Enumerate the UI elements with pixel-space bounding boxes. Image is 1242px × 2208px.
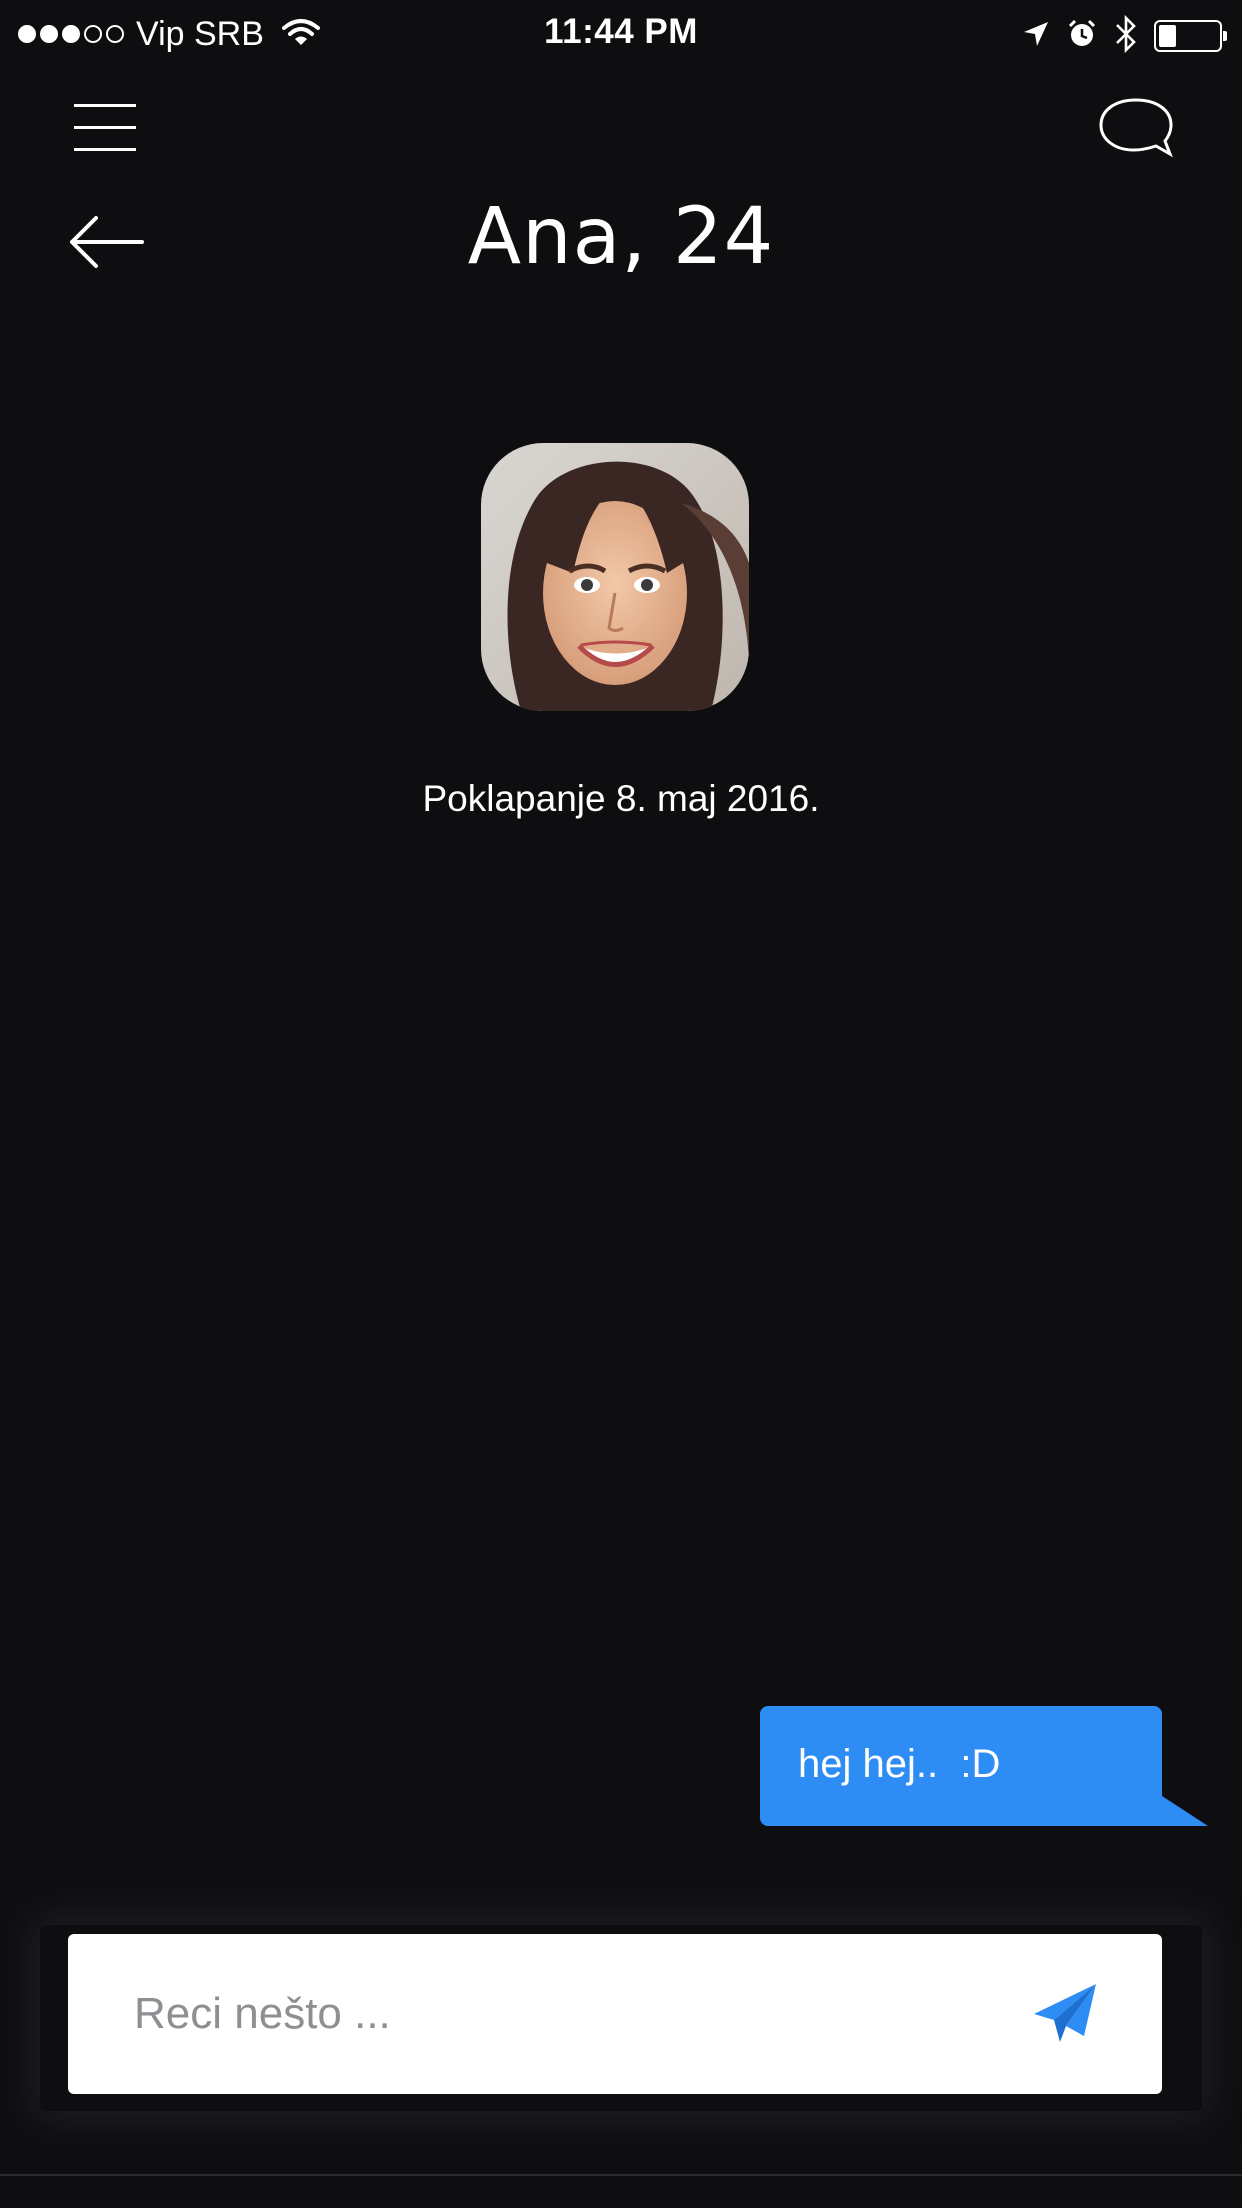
status-right [1022,14,1227,58]
match-avatar[interactable] [481,443,749,711]
alarm-clock-icon [1066,18,1098,55]
page-title: Ana, 24 [467,192,775,282]
bubble-tail [1162,1796,1208,1826]
battery-level [1159,25,1177,47]
message-composer [68,1934,1162,2094]
battery-icon [1154,20,1227,52]
bluetooth-icon [1114,14,1138,58]
status-bar: Vip SRB 11:44 PM [0,0,1242,68]
match-date: Poklapanje 8. maj 2016. [422,778,820,819]
chat-bubble-icon[interactable] [1096,96,1176,160]
paper-plane-icon[interactable] [1030,1978,1102,2050]
message-text: hej hej.. :D [798,1742,1001,1786]
bottom-divider [0,2174,1242,2176]
outgoing-message-bubble[interactable]: hej hej.. :D [760,1706,1162,1826]
hamburger-menu-icon[interactable] [74,104,136,152]
message-input[interactable] [134,1978,1014,2050]
location-arrow-icon [1022,20,1050,53]
